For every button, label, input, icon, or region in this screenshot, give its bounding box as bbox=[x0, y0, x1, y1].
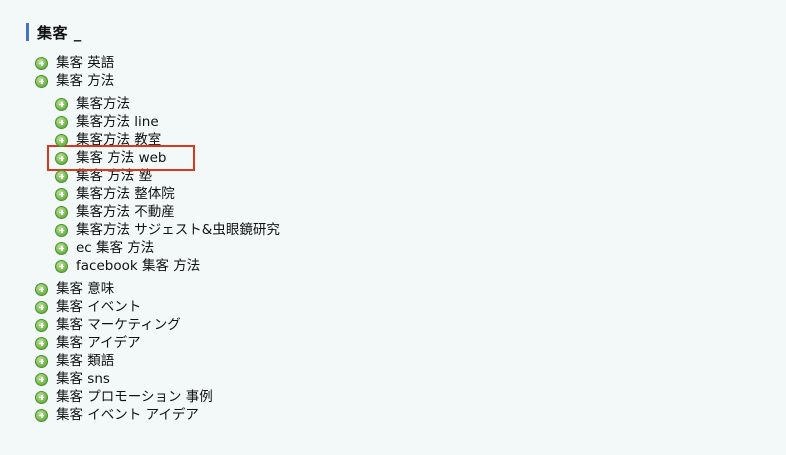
item-label[interactable]: 集客方法 不動産 bbox=[76, 203, 175, 221]
plus-circle-icon[interactable] bbox=[35, 282, 48, 296]
plus-circle-icon[interactable] bbox=[35, 56, 48, 70]
plus-circle-icon[interactable] bbox=[55, 223, 68, 237]
item-label[interactable]: 集客 sns bbox=[56, 370, 110, 388]
tree-item[interactable]: 集客 方法 bbox=[35, 72, 766, 90]
plus-circle-icon[interactable] bbox=[55, 169, 68, 183]
item-label[interactable]: facebook 集客 方法 bbox=[76, 257, 200, 275]
list-item[interactable]: 集客方法 サジェスト&虫眼鏡研究 bbox=[55, 221, 766, 239]
item-label[interactable]: 集客 英語 bbox=[56, 54, 114, 72]
plus-circle-icon[interactable] bbox=[55, 115, 68, 129]
list-item[interactable]: 集客 イベント bbox=[35, 298, 766, 316]
list-item[interactable]: 集客 英語 bbox=[35, 54, 766, 72]
plus-circle-icon[interactable] bbox=[35, 354, 48, 368]
list-item[interactable]: facebook 集客 方法 bbox=[55, 257, 766, 275]
item-label[interactable]: 集客 方法 塾 bbox=[76, 167, 152, 185]
list-item[interactable]: 集客 プロモーション 事例 bbox=[35, 388, 766, 406]
item-label[interactable]: 集客 類語 bbox=[56, 352, 114, 370]
plus-circle-icon[interactable] bbox=[35, 372, 48, 386]
plus-circle-icon[interactable] bbox=[35, 390, 48, 404]
item-label[interactable]: 集客方法 教室 bbox=[76, 131, 161, 149]
item-label[interactable]: 集客方法 line bbox=[76, 113, 159, 131]
plus-circle-icon[interactable] bbox=[55, 259, 68, 273]
list-item[interactable]: 集客 意味 bbox=[35, 280, 766, 298]
item-label[interactable]: 集客 イベント bbox=[56, 298, 141, 316]
list-item[interactable]: 集客 方法 塾 bbox=[55, 167, 766, 185]
plus-circle-icon[interactable] bbox=[55, 133, 68, 147]
item-label[interactable]: 集客方法 サジェスト&虫眼鏡研究 bbox=[76, 221, 280, 239]
item-label[interactable]: 集客 イベント アイデア bbox=[56, 406, 199, 424]
list-item[interactable]: 集客方法 整体院 bbox=[55, 185, 766, 203]
sub-keyword-list: 集客方法 集客方法 line 集客方法 教室 集客 方法 web 集客 方法 塾 bbox=[47, 95, 766, 275]
plus-circle-icon[interactable] bbox=[35, 318, 48, 332]
list-item[interactable]: 集客 類語 bbox=[35, 352, 766, 370]
item-label[interactable]: 集客 アイデア bbox=[56, 334, 141, 352]
item-label[interactable]: 集客方法 bbox=[76, 95, 130, 113]
list-item[interactable]: ec 集客 方法 bbox=[55, 239, 766, 257]
plus-circle-icon[interactable] bbox=[55, 205, 68, 219]
heading-accent-bar bbox=[26, 23, 29, 41]
list-item[interactable]: 集客 アイデア bbox=[35, 334, 766, 352]
plus-circle-icon[interactable] bbox=[55, 151, 68, 165]
list-item[interactable]: 集客方法 不動産 bbox=[55, 203, 766, 221]
plus-circle-icon[interactable] bbox=[35, 300, 48, 314]
plus-circle-icon[interactable] bbox=[55, 241, 68, 255]
plus-circle-icon[interactable] bbox=[35, 408, 48, 422]
list-item[interactable]: 集客 sns bbox=[35, 370, 766, 388]
plus-circle-icon[interactable] bbox=[55, 97, 68, 111]
list-item[interactable]: 集客方法 教室 bbox=[55, 131, 766, 149]
keyword-list: 集客 英語 集客 方法 集客方法 集客方法 line 集客方法 教室 集客 方法… bbox=[35, 54, 766, 424]
plus-circle-icon[interactable] bbox=[55, 187, 68, 201]
highlighted-list-item[interactable]: 集客 方法 web bbox=[47, 145, 195, 171]
item-label[interactable]: 集客方法 整体院 bbox=[76, 185, 175, 203]
item-label[interactable]: 集客 方法 web bbox=[76, 149, 167, 167]
keyword-tree-panel: 集客 _ 集客 英語 集客 方法 集客方法 集客方法 line 集客方法 教室 … bbox=[26, 22, 766, 424]
list-item[interactable]: 集客 方法 集客方法 集客方法 line 集客方法 教室 集客 方法 web 集… bbox=[35, 72, 766, 275]
plus-circle-icon[interactable] bbox=[35, 336, 48, 350]
page-title: 集客 _ bbox=[37, 23, 82, 42]
list-item[interactable]: 集客方法 bbox=[55, 95, 766, 113]
list-item[interactable]: 集客方法 line bbox=[55, 113, 766, 131]
plus-circle-icon[interactable] bbox=[35, 74, 48, 88]
list-item[interactable]: 集客 イベント アイデア bbox=[35, 406, 766, 424]
list-item[interactable]: 集客 マーケティング bbox=[35, 316, 766, 334]
tree-item[interactable]: 集客 英語 bbox=[35, 54, 766, 72]
section-heading: 集客 _ bbox=[26, 22, 766, 42]
item-label[interactable]: 集客 プロモーション 事例 bbox=[56, 388, 213, 406]
item-label[interactable]: 集客 意味 bbox=[56, 280, 114, 298]
item-label[interactable]: 集客 マーケティング bbox=[56, 316, 181, 334]
item-label[interactable]: 集客 方法 bbox=[56, 72, 114, 90]
item-label[interactable]: ec 集客 方法 bbox=[76, 239, 154, 257]
